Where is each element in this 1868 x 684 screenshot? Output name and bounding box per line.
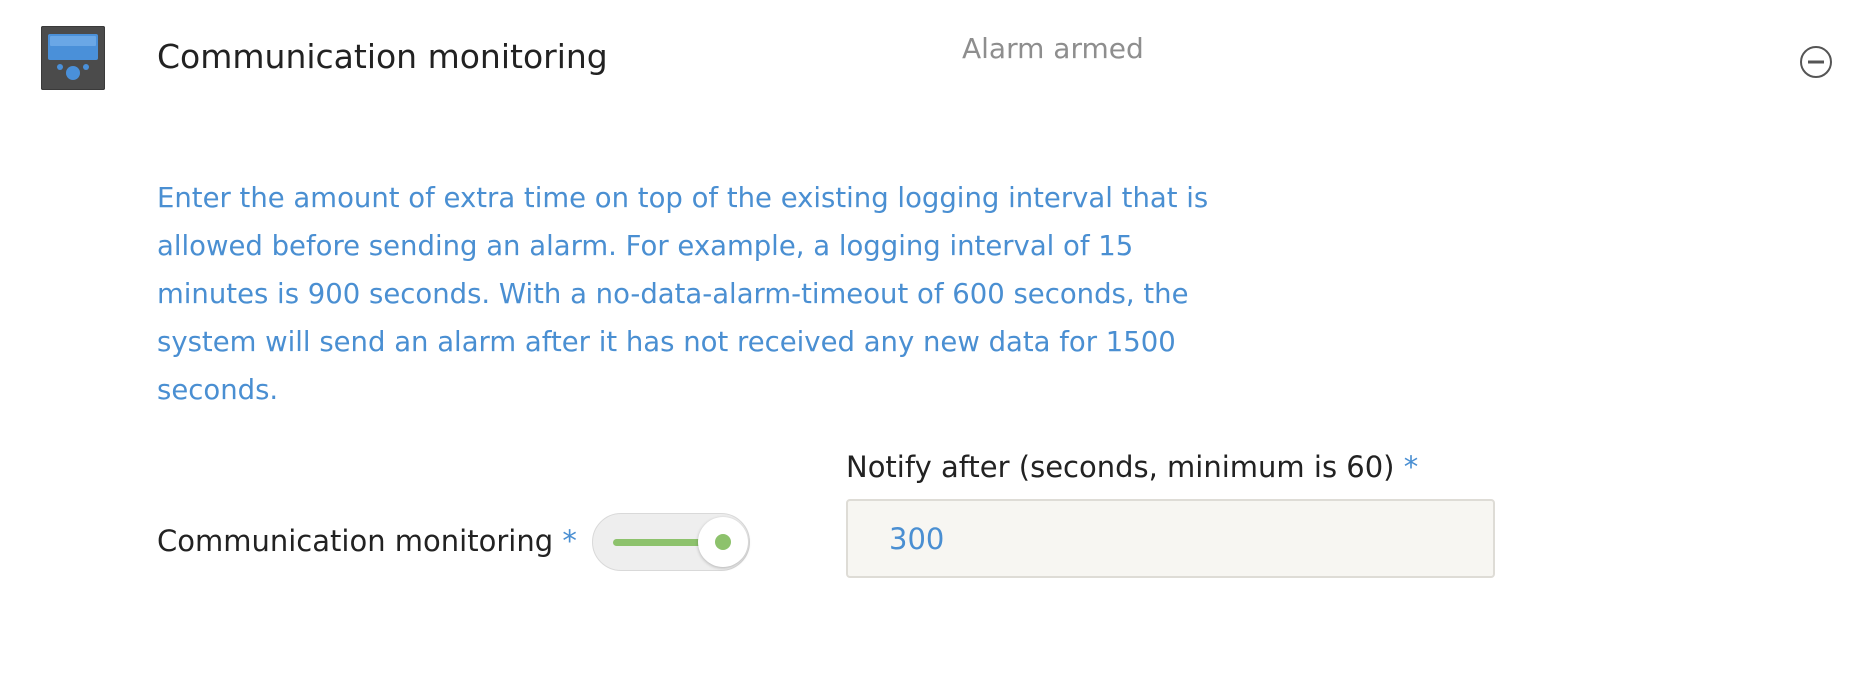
device-monitor-icon [41,26,105,90]
toggle-indicator-dot [715,534,731,550]
toggle-knob[interactable] [698,517,748,567]
required-marker: * [562,524,577,558]
description-line: Enter the amount of extra time on top of… [157,182,1209,214]
description-line: system will send an alarm after it has n… [157,326,1176,358]
description-line: allowed before sending an alarm. For exa… [157,230,1134,262]
description-line: minutes is 900 seconds. With a no-data-a… [157,278,1189,310]
monitoring-toggle[interactable] [592,513,750,571]
notify-label-text: Notify after (seconds, minimum is 60) [846,450,1395,484]
communication-monitoring-panel: Communication monitoring Alarm armed Ent… [0,0,1868,684]
section-title: Communication monitoring [157,37,608,76]
monitoring-toggle-label: Communication monitoring * [157,524,577,558]
monitoring-label-text: Communication monitoring [157,524,554,558]
required-marker: * [1403,450,1419,484]
notify-after-input[interactable] [846,499,1495,578]
notify-after-label: Notify after (seconds, minimum is 60) * [846,450,1418,484]
description-line: seconds. [157,374,279,406]
help-description: Enter the amount of extra time on top of… [157,174,1237,414]
minus-circle-icon[interactable] [1799,45,1833,79]
alarm-status-text: Alarm armed [962,32,1144,65]
